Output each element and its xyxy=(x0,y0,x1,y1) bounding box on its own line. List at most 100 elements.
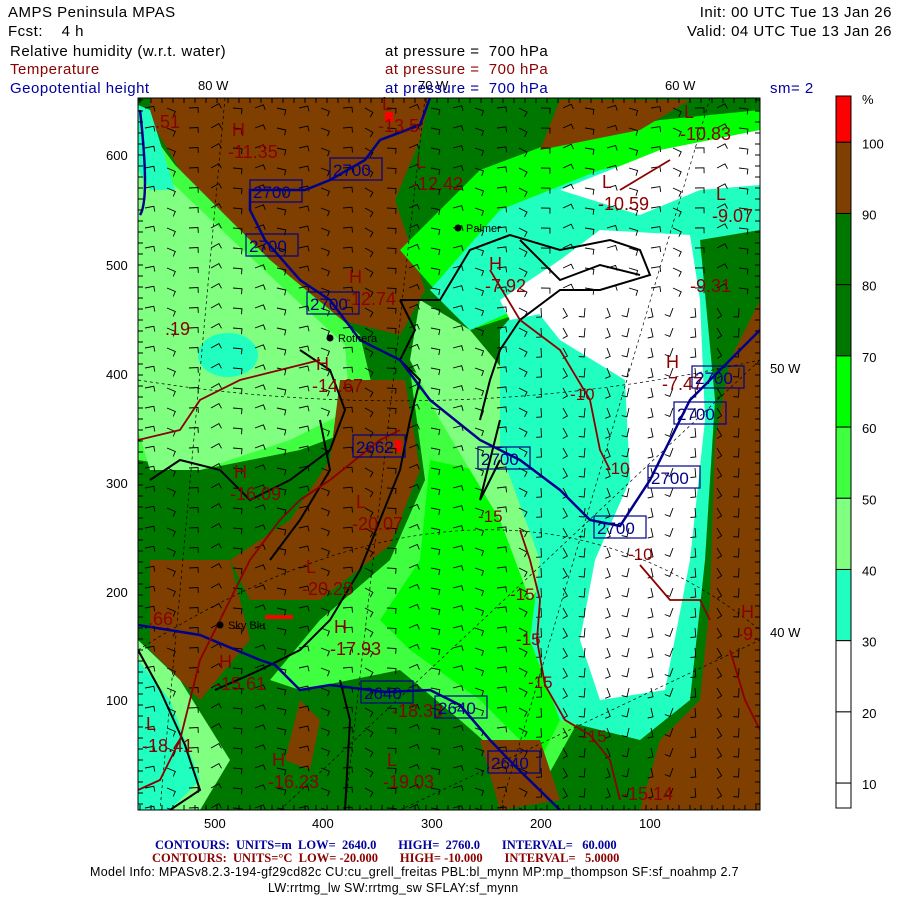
temp-low-marker: L xyxy=(382,94,392,114)
height-contour-label: 2700 xyxy=(651,469,689,488)
height-contour-label: 2700 xyxy=(481,450,519,469)
station-label: Palmer xyxy=(466,223,501,235)
x-tick-label: 400 xyxy=(312,816,334,831)
station-marker-icon xyxy=(326,334,334,342)
colorbar-label: 80 xyxy=(862,279,876,294)
temp-high-marker: H xyxy=(349,267,362,287)
temp-extremum-value: .51 xyxy=(155,112,180,132)
colorbar-label: 20 xyxy=(862,706,876,721)
temp-contour-label: -15 xyxy=(510,585,535,604)
height-contour-label: 2700 xyxy=(310,295,348,314)
colorbar-segment xyxy=(835,212,852,286)
temp-high-marker: H xyxy=(219,652,232,672)
y-tick-label: 300 xyxy=(106,476,128,491)
height-contour-label: 2662 xyxy=(356,438,394,457)
colorbar-segment xyxy=(835,497,852,570)
field-rh-level: at pressure = 700 hPa xyxy=(385,43,549,60)
height-contour-label: 2640 xyxy=(438,699,476,718)
colorbar-segment xyxy=(835,640,852,713)
colorbar-segment xyxy=(835,426,852,499)
temp-extremum-value: -12.42 xyxy=(412,174,463,194)
colorbar-label: 10 xyxy=(862,777,876,792)
x-tick-label: 100 xyxy=(639,816,661,831)
temp-contour-label: -15 xyxy=(528,673,553,692)
colorbar-segment xyxy=(835,284,852,357)
height-contour-label: 2700 xyxy=(249,237,287,256)
model-info: Model Info: MPASv8.2.3-194-gf29cd82c CU:… xyxy=(90,865,739,879)
temp-high-marker: H xyxy=(316,354,329,374)
colorbar-segment xyxy=(835,568,852,642)
height-contour-label: 2640 xyxy=(491,754,529,773)
colorbar-label: 40 xyxy=(862,563,876,578)
forecast-hour: Fcst: 4 h xyxy=(8,23,85,40)
y-tick-label: 600 xyxy=(106,148,128,163)
colorbar-segment xyxy=(835,782,852,809)
colorbar-segment xyxy=(835,355,852,428)
temp-high-marker: H xyxy=(334,617,347,637)
temp-extremum-value: -17.93 xyxy=(330,639,381,659)
colorbar-label: 50 xyxy=(862,492,876,507)
y-tick-label: 500 xyxy=(106,258,128,273)
colorbar-label: 100 xyxy=(862,136,884,151)
colorbar-label: 70 xyxy=(862,350,876,365)
temp-extremum-value: -15.61 xyxy=(215,674,266,694)
y-tick-label: 400 xyxy=(106,367,128,382)
temp-extremum-value: -9. xyxy=(737,624,758,644)
valid-time: Valid: 04 UTC Tue 13 Jan 26 xyxy=(687,23,892,40)
temp-high-marker: H xyxy=(234,462,247,482)
height-contour-label: 2700 xyxy=(597,519,635,538)
longitude-label: 60 W xyxy=(665,78,696,93)
smoothing-label: sm= 2 xyxy=(770,80,814,97)
colorbar-unit: % xyxy=(862,92,874,107)
temp-high-marker: H xyxy=(489,254,502,274)
height-contour-label: 2700 xyxy=(677,405,715,424)
temp-low-marker: L xyxy=(356,492,366,512)
temp-extremum-value: -10.83 xyxy=(680,124,731,144)
model-title: AMPS Peninsula MPAS xyxy=(8,4,176,21)
temp-contour-label: -15 xyxy=(582,727,607,746)
temp-extremum-value: -7.92 xyxy=(485,276,526,296)
longitude-label: 50 W xyxy=(770,361,801,376)
x-tick-label: 300 xyxy=(421,816,443,831)
temp-contour-info: CONTOURS: UNITS=°C LOW= -20.000 HIGH= -1… xyxy=(152,851,620,865)
field-temp-level: at pressure = 700 hPa xyxy=(385,61,549,78)
colorbar-segment xyxy=(835,95,852,143)
station-label: Rothera xyxy=(338,333,378,345)
station-marker-icon xyxy=(454,224,462,232)
station-marker-icon xyxy=(216,621,224,629)
temp-extremum-value: -16.09 xyxy=(230,484,281,504)
field-rh-name: Relative humidity (w.r.t. water) xyxy=(10,43,227,60)
temp-extremum-value: -14.67 xyxy=(312,376,363,396)
height-contour-label: 2700 xyxy=(333,161,371,180)
temp-contour-label: -10 xyxy=(570,385,595,404)
temp-extremum-value: -15.14 xyxy=(622,784,673,804)
colorbar-segment xyxy=(835,141,852,214)
temp-extremum-value: -19.03 xyxy=(383,772,434,792)
temp-contour-label: -10 xyxy=(628,545,653,564)
x-tick-label: 500 xyxy=(204,816,226,831)
colorbar-segment xyxy=(835,711,852,784)
y-tick-label: 200 xyxy=(106,585,128,600)
height-contour-label: 2700 xyxy=(695,369,733,388)
temp-extremum-value: .66 xyxy=(148,609,173,629)
temp-low-marker: L xyxy=(146,714,156,734)
station-label: Sky Blu xyxy=(228,620,265,632)
x-tick-label: 200 xyxy=(530,816,552,831)
temp-extremum-value: -20.07 xyxy=(352,514,403,534)
temp-extremum-value: -11.35 xyxy=(228,142,278,162)
temp-high-marker: H xyxy=(741,602,754,622)
colorbar-label: 60 xyxy=(862,421,876,436)
temp-extremum-value: -13.5 xyxy=(378,116,419,136)
colorbar: % 100 90 80 70 60 50 40 30 20 10 xyxy=(835,92,884,809)
longitude-label: 40 W xyxy=(770,625,801,640)
temp-contour-label: -15 xyxy=(516,630,541,649)
temp-extremum-value: -16.23 xyxy=(268,772,319,792)
temp-low-marker: L xyxy=(684,102,694,122)
colorbar-label: 30 xyxy=(862,635,876,650)
temp-contour-label: -15 xyxy=(478,507,503,526)
temp-high-marker: H xyxy=(666,352,679,372)
temp-extremum-value: -9.07 xyxy=(712,206,753,226)
temp-low-marker: L xyxy=(306,557,316,577)
weather-map: 80 W 70 W 60 W50 W40 WPalmerRotheraSky Blu… xyxy=(106,78,884,831)
longitude-label: 80 W xyxy=(198,78,229,93)
